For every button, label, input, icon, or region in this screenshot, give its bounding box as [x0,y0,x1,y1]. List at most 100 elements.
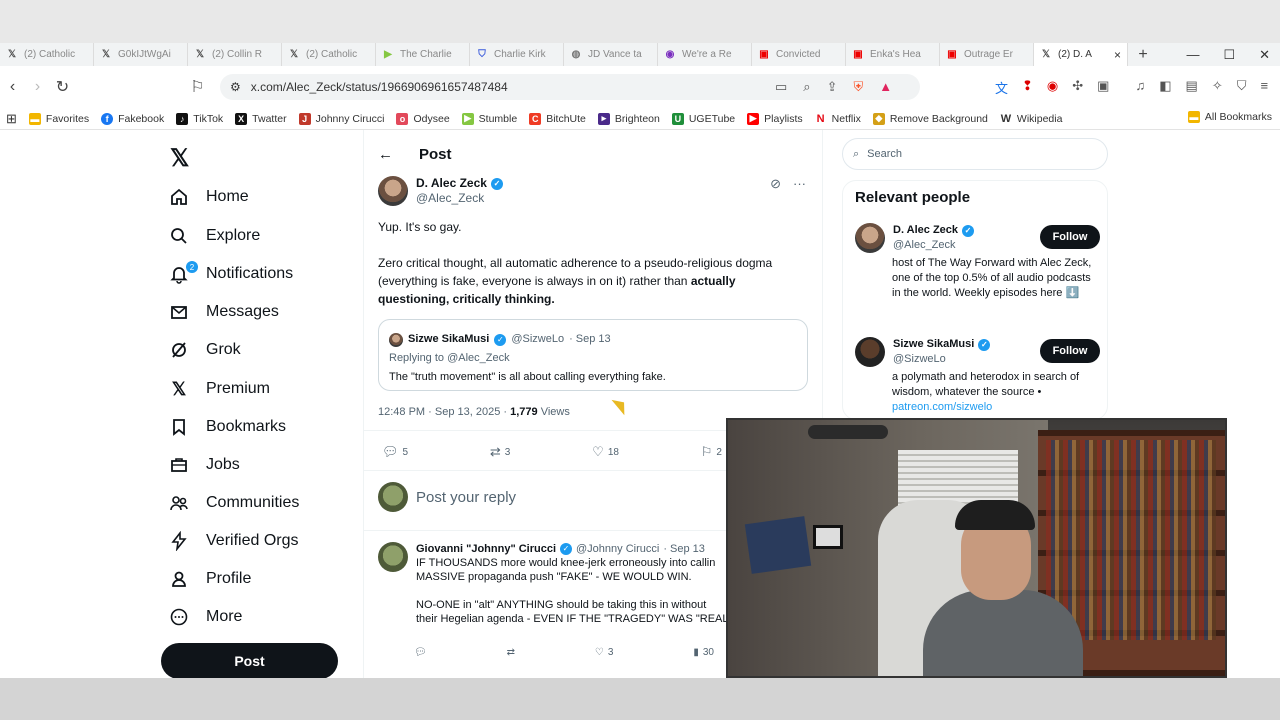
maximize-icon[interactable]: ☐ [1223,47,1235,63]
tab-3[interactable]: 𝕏 (2) Collin R [188,43,282,66]
avatar[interactable] [855,337,885,367]
apps-icon[interactable]: ⊞ [0,111,23,127]
bookmark-label: Twatter [252,112,287,125]
tab-8[interactable]: ◉ We're a Re [658,43,752,66]
search-input[interactable]: ⌕ Search [842,138,1108,170]
extension-box-icon[interactable]: ▣ [1097,78,1109,97]
reload-icon[interactable]: ↻ [50,77,75,97]
bookmark-stumble[interactable]: ▶ Stumble [456,112,524,125]
extension-red-icon[interactable]: ❢ [1022,78,1033,97]
bookmark-ugetube[interactable]: U UGETube [666,112,741,125]
back-arrow-icon[interactable]: ← [378,146,393,163]
person-card[interactable]: Sizwe SikaMusi ✓ @SizweLo Follow a polyma… [855,337,1100,415]
nav-profile[interactable]: Profile [168,564,251,594]
quote-replying-to: Replying to @Alec_Zeck [389,352,510,364]
cast-icon[interactable]: ▭ [775,79,787,95]
nav-home[interactable]: Home [168,182,249,212]
repost-button[interactable]: ⇄ 3 [490,444,510,460]
new-tab-icon[interactable]: + [1128,46,1158,64]
person-link[interactable]: patreon.com/sizwelo [892,400,1100,415]
bookmark-bitchute[interactable]: C BitchUte [523,112,592,125]
nav-more[interactable]: More [168,602,242,632]
post-author[interactable]: D. Alec Zeck ✓ @Alec_Zeck [378,176,503,206]
vpn-icon[interactable]: ⛉ [1237,78,1247,97]
person-bio: a polymath and heterodox in search of wi… [892,370,1100,415]
nav-notifications[interactable]: 2 Notifications [168,259,293,289]
zoom-icon[interactable]: ⌕ [803,79,810,95]
follow-button[interactable]: Follow [1040,339,1100,363]
share-icon[interactable]: ⇪ [827,79,838,95]
like-button[interactable]: ♡ 3 [595,647,614,658]
tab-2[interactable]: 𝕏 G0kIJtWgAi [94,43,188,66]
tab-9[interactable]: ▣ Convicted [752,43,846,66]
brave-shield-icon[interactable]: ⛨ [853,79,863,95]
wallet-icon[interactable]: ▤ [1186,78,1198,97]
sidebar-icon[interactable]: ◧ [1159,78,1171,97]
post-actions: 💬︎ 5 ⇄ 3 ♡ 18 ⚐ 2 [382,444,722,460]
extension-play-icon[interactable]: ◉ [1047,78,1058,97]
post-time[interactable]: 12:48 PM · Sep 13, 2025 · [378,406,507,418]
close-tab-icon[interactable]: × [1114,48,1121,62]
grok-icon[interactable]: ⊘ [770,176,781,192]
tab-7[interactable]: ◍ JD Vance ta [564,43,658,66]
nav-messages[interactable]: Messages [168,297,279,327]
tab-6[interactable]: ⛉ Charlie Kirk [470,43,564,66]
nav-bookmarks[interactable]: Bookmarks [168,412,286,442]
minimize-icon[interactable]: — [1186,47,1199,63]
bookmark-johnny-cirucci[interactable]: J Johnny Cirucci [293,112,391,125]
all-bookmarks[interactable]: ▬ All Bookmarks [1182,111,1278,123]
follow-button[interactable]: Follow [1040,225,1100,249]
bookmark-netflix[interactable]: N Netflix [809,112,867,125]
back-icon[interactable]: ‹ [0,78,25,96]
forward-icon[interactable]: › [25,78,50,96]
rumble-icon: ▶ [461,112,474,125]
nav-explore[interactable]: Explore [168,221,260,251]
bookmark-tiktok[interactable]: ♪ TikTok [170,112,229,125]
person-card[interactable]: D. Alec Zeck ✓ @Alec_Zeck Follow host of … [855,223,1100,301]
like-button[interactable]: ♡ 18 [592,444,619,460]
nav-jobs[interactable]: Jobs [168,450,240,480]
bookmark-page-icon[interactable]: ⚐ [185,77,210,97]
media-icon[interactable]: ♫ [1135,78,1145,97]
avatar[interactable] [855,223,885,253]
bookmark-playlists[interactable]: ▶ Playlists [741,112,809,125]
site-info-icon[interactable]: ⚙ [230,80,241,94]
quoted-post[interactable]: Sizwe SikaMusi ✓ @SizweLo · Sep 13 Reply… [378,319,808,391]
nav-communities[interactable]: Communities [168,488,299,518]
tab-active[interactable]: 𝕏 (2) D. A × [1034,43,1128,66]
reply-composer[interactable]: Post your reply [378,482,516,512]
leo-icon[interactable]: ✧ [1212,78,1223,97]
reply-button[interactable]: 💬︎ 5 [382,444,408,460]
close-window-icon[interactable]: ✕ [1259,47,1270,63]
tab-5[interactable]: ▶ The Charlie [376,43,470,66]
brave-rewards-icon[interactable]: ▲ [879,79,892,95]
tab-10[interactable]: ▣ Enka's Hea [846,43,940,66]
bookmark-wikipedia[interactable]: W Wikipedia [994,112,1069,125]
avatar[interactable] [378,542,408,572]
bookmark-twatter[interactable]: X Twatter [229,112,292,125]
avatar[interactable] [378,176,408,206]
bookmark-remove-background[interactable]: ◆ Remove Background [867,112,994,125]
tab-11[interactable]: ▣ Outrage Er [940,43,1034,66]
bookmark-fakebook[interactable]: f Fakebook [95,112,170,125]
menu-icon[interactable]: ≡ [1260,78,1268,97]
nav-verified-orgs[interactable]: Verified Orgs [168,526,298,556]
translate-icon[interactable]: 文 [995,78,1008,97]
bookmark-brighteon[interactable]: ▸ Brighteon [592,112,666,125]
post-button[interactable]: Post [161,643,338,678]
nav-premium[interactable]: 𝕏 Premium [168,374,270,404]
bookmark-odysee[interactable]: o Odysee [390,112,455,125]
folder-icon: ▬ [1187,111,1200,123]
tab-1[interactable]: 𝕏 (2) Catholic [0,43,94,66]
nav-grok[interactable]: Grok [168,335,241,365]
bookmark-button[interactable]: ⚐ 2 [701,444,722,460]
tab-4[interactable]: 𝕏 (2) Catholic [282,43,376,66]
repost-button[interactable]: ⇄ [507,647,515,658]
repost-icon: ⇄ [506,647,515,658]
bookmark-favorites[interactable]: ▬ Favorites [23,112,95,125]
puzzle-icon[interactable]: ✣ [1072,78,1083,97]
more-icon[interactable]: ··· [793,176,806,192]
reply-button[interactable]: 💬︎ [414,647,427,658]
views-button[interactable]: ▮ 30 [693,647,714,658]
x-logo-icon[interactable]: 𝕏 [170,144,189,173]
